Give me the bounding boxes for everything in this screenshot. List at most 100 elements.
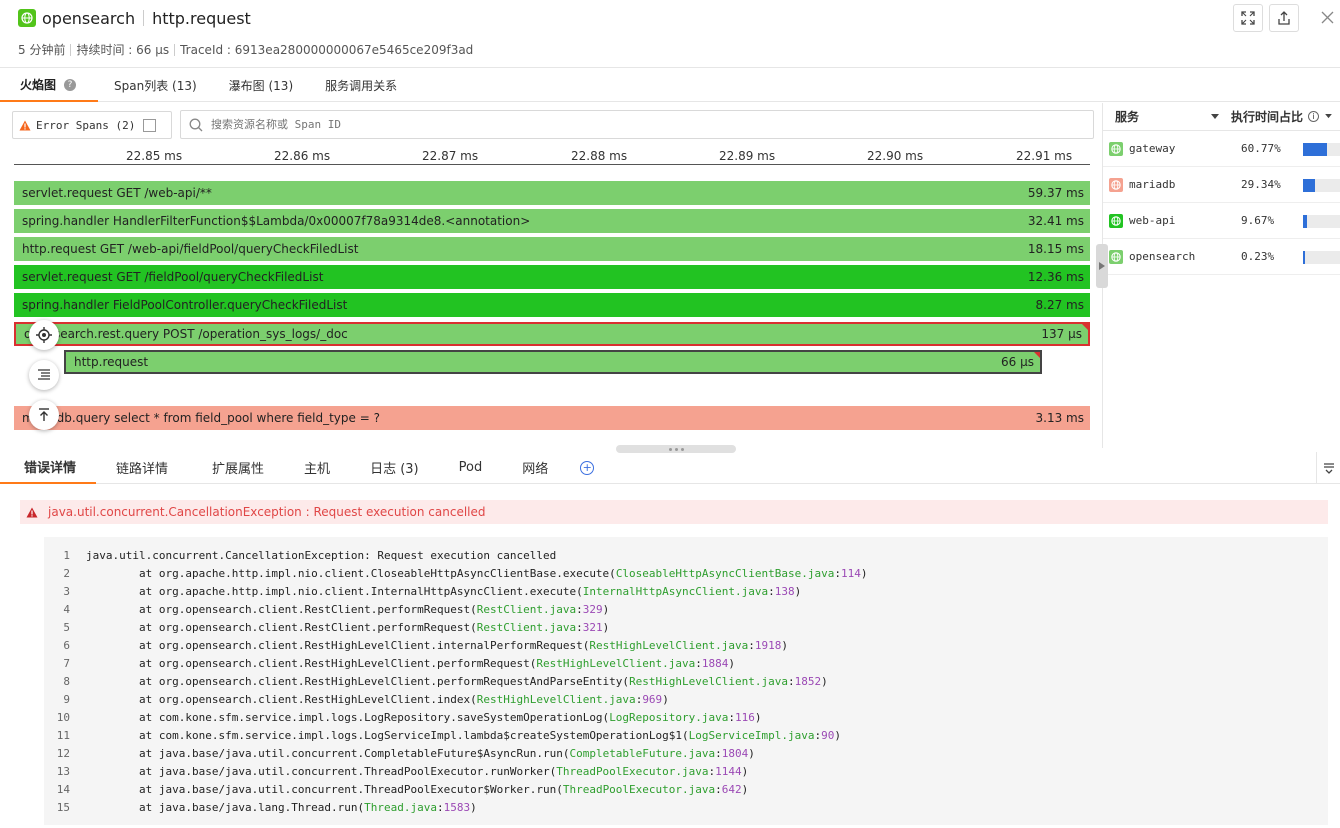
caret-down-icon[interactable] — [1325, 114, 1332, 119]
search-input[interactable] — [211, 118, 1093, 131]
detail-tab[interactable]: 网络 — [502, 452, 568, 484]
line-number: 12 — [56, 746, 70, 760]
chevron-right-icon — [1099, 262, 1105, 270]
menu-button[interactable] — [1316, 452, 1340, 484]
detail-tab[interactable]: 扩展属性 — [190, 452, 284, 484]
stack-line: 6 at org.opensearch.client.RestHighLevel… — [44, 636, 1328, 654]
stack-line-number: 1884 — [701, 656, 729, 670]
menu-icon — [1323, 463, 1334, 474]
service-icon — [1109, 249, 1123, 264]
service-row[interactable]: web-api 9.67% — [1103, 203, 1340, 239]
detail-tab[interactable]: Pod — [439, 452, 503, 484]
detail-tab-label: 扩展属性 — [212, 462, 265, 477]
detail-tab[interactable]: 错误详情 — [0, 452, 97, 484]
tab-label: 火焰图 — [20, 78, 57, 92]
time-axis: 22.85 ms 22.86 ms 22.87 ms 22.88 ms 22.89 ms… — [14, 143, 1090, 165]
stack-file-link[interactable]: RestClient.java — [477, 621, 576, 634]
span-bar[interactable]: servlet.request GET /fieldPool/queryChec… — [14, 265, 1090, 289]
collapse-panel-handle[interactable] — [1096, 244, 1108, 288]
service-row[interactable]: opensearch 0.23% — [1103, 239, 1340, 275]
span-bar[interactable]: http.request 66 µs — [64, 350, 1042, 374]
stack-file-link[interactable]: CompletableFuture.java — [569, 747, 715, 760]
warning-icon — [26, 507, 38, 517]
tab-flame-graph[interactable]: 火焰图 ? — [0, 69, 99, 102]
tab-service-map[interactable]: 服务调用关系 — [309, 69, 413, 102]
error-marker — [1082, 324, 1088, 330]
detail-tab-label: 日志 (3) — [370, 462, 419, 477]
span-bar[interactable]: mariadb.query select * from field_pool w… — [14, 406, 1090, 430]
stack-file-link[interactable]: LogServiceImpl.java — [689, 729, 815, 742]
stack-colon: : — [708, 764, 716, 778]
meta-divider — [70, 43, 72, 56]
service-name: opensearch — [42, 8, 136, 28]
axis-tick-label: 22.85 ms — [126, 149, 183, 163]
stack-file-link[interactable]: ThreadPoolExecutor.java — [556, 765, 708, 778]
stack-file-link[interactable]: RestHighLevelClient.java — [536, 657, 695, 670]
span-bar[interactable]: spring.handler FieldPoolController.query… — [14, 293, 1090, 317]
stack-colon: : — [728, 710, 736, 724]
service-ratio-fill — [1303, 143, 1328, 156]
service-column-header: 服务 — [1115, 110, 1140, 124]
service-ratio-fill — [1303, 215, 1307, 228]
trace-meta: 5 分钟前 持续时间 : 66 µs TraceId : 6913ea28000… — [18, 41, 473, 58]
span-search-box[interactable] — [180, 110, 1094, 139]
stack-text: at org.apache.http.impl.nio.client.Close… — [86, 566, 616, 580]
stack-line: 11 at com.kone.sfm.service.impl.logs.Log… — [44, 726, 1328, 744]
warning-icon — [19, 120, 31, 130]
stack-file-link[interactable]: InternalHttpAsyncClient.java — [583, 585, 768, 598]
view-tabs: 火焰图 ? Span列表 (13) 瀑布图 (13) 服务调用关系 — [0, 69, 1340, 102]
locate-button[interactable] — [29, 320, 59, 350]
operation-name: http.request — [152, 8, 251, 28]
span-duration: 66 µs — [1001, 355, 1034, 369]
span-label: spring.handler HandlerFilterFunction$$La… — [22, 214, 531, 228]
add-tab-plus-icon[interactable]: + — [580, 460, 595, 475]
caret-down-icon[interactable] — [1211, 113, 1219, 120]
fullscreen-button[interactable] — [1233, 4, 1263, 32]
span-bar[interactable]: http.request GET /web-api/fieldPool/quer… — [14, 237, 1090, 261]
info-icon[interactable]: i — [1308, 111, 1320, 122]
stack-colon: : — [715, 782, 722, 796]
stack-line-number: 642 — [721, 782, 742, 796]
tab-label: Span列表 (13) — [114, 79, 197, 93]
stack-file-link[interactable]: LogRepository.java — [609, 711, 728, 724]
trace-header: opensearch http.request 5 分钟前 持续时间 : 66 … — [0, 0, 1340, 68]
duration: 持续时间 : 66 µs — [76, 43, 170, 57]
tab-span-list[interactable]: Span列表 (13) — [98, 69, 213, 102]
span-bar[interactable]: spring.handler HandlerFilterFunction$$La… — [14, 209, 1090, 233]
service-row[interactable]: mariadb 29.34% — [1103, 167, 1340, 203]
stack-file-link[interactable]: ThreadPoolExecutor.java — [563, 783, 715, 796]
error-spans-filter[interactable]: Error Spans (2) — [12, 111, 172, 139]
stack-text: at com.kone.sfm.service.impl.logs.LogRep… — [86, 710, 610, 724]
stack-file-link[interactable]: RestHighLevelClient.java — [589, 639, 748, 652]
back-to-top-button[interactable] — [29, 400, 59, 430]
stack-colon: : — [695, 656, 702, 670]
close-button[interactable] — [1318, 8, 1336, 26]
stack-file-link[interactable]: CloseableHttpAsyncClientBase.java — [616, 567, 835, 580]
outline-button[interactable] — [29, 360, 59, 390]
span-bar[interactable]: servlet.request GET /web-api/** 59.37 ms — [14, 181, 1090, 205]
span-label: spring.handler FieldPoolController.query… — [22, 298, 348, 312]
span-bar[interactable]: opensearch.rest.query POST /operation_sy… — [14, 322, 1090, 346]
error-spans-checkbox[interactable] — [143, 118, 157, 132]
share-button[interactable] — [1269, 4, 1299, 32]
service-percent: 29.34% — [1241, 178, 1281, 191]
service-row[interactable]: gateway 60.77% — [1103, 131, 1340, 167]
service-rows: gateway 60.77% mariadb 29.34% web-api 9.67% op… — [1103, 131, 1340, 275]
axis-tick-label: 22.91 ms — [1016, 149, 1073, 163]
detail-tab[interactable]: 日志 (3) — [350, 452, 439, 484]
tab-waterfall[interactable]: 瀑布图 (13) — [213, 69, 309, 102]
stack-text: java.util.concurrent.CancellationExcepti… — [86, 548, 557, 562]
stack-line: 1 java.util.concurrent.CancellationExcept… — [44, 546, 1328, 564]
stack-file-link[interactable]: RestHighLevelClient.java — [629, 675, 788, 688]
stack-paren: ) — [741, 764, 749, 778]
tab-label: 瀑布图 (13) — [228, 79, 294, 93]
stack-file-link[interactable]: RestClient.java — [477, 603, 576, 616]
detail-tab-label: 错误详情 — [24, 461, 77, 476]
stack-file-link[interactable]: RestHighLevelClient.java — [477, 693, 636, 706]
service-ratio-fill — [1303, 251, 1305, 264]
help-icon[interactable]: ? — [64, 78, 77, 91]
detail-tab[interactable]: 主机 — [284, 452, 350, 484]
detail-tab[interactable]: 链路详情 — [96, 452, 190, 484]
trace-id: TraceId : 6913ea280000000067e5465ce209f3… — [180, 42, 474, 57]
stack-file-link[interactable]: Thread.java — [364, 801, 437, 814]
